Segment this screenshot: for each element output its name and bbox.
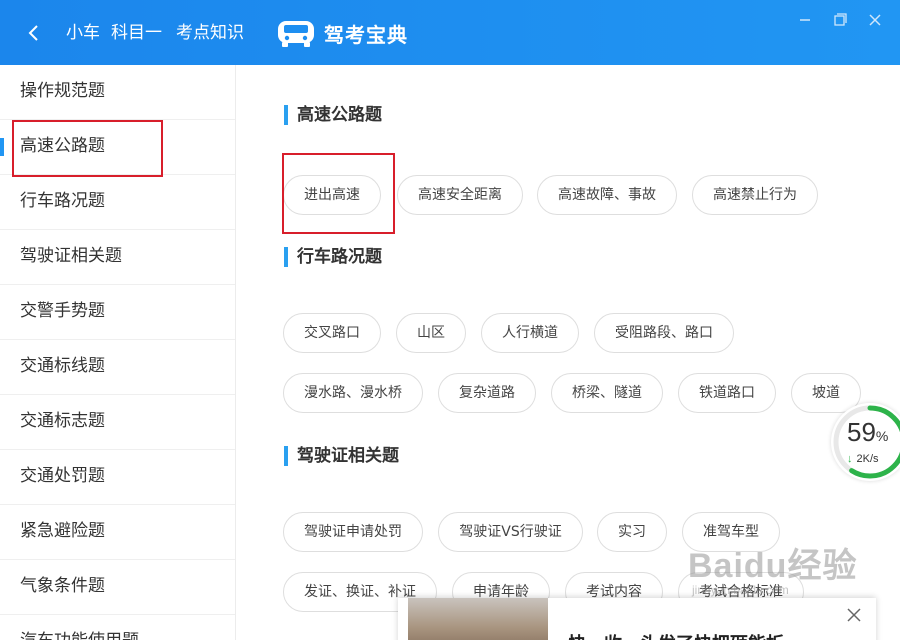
chip-railway-crossing[interactable]: 铁道路口 xyxy=(678,373,776,413)
sidebar-item-traffic-signs[interactable]: 交通标志题 xyxy=(0,395,235,450)
breadcrumb-vehicle[interactable]: 小车 xyxy=(66,20,100,46)
sidebar-item-road-markings[interactable]: 交通标线题 xyxy=(0,340,235,395)
chip-license-penalty[interactable]: 驾驶证申请处罚 xyxy=(283,512,423,552)
sidebar-item-operation[interactable]: 操作规范题 xyxy=(0,65,235,120)
chip-highway-prohibited[interactable]: 高速禁止行为 xyxy=(692,175,818,215)
chip-highway-safe-distance[interactable]: 高速安全距离 xyxy=(397,175,523,215)
sidebar-item-label: 行车路况题 xyxy=(20,191,105,211)
sidebar-item-penalties[interactable]: 交通处罚题 xyxy=(0,450,235,505)
title-bar: 小车 科目一 考点知识 驾考宝典 xyxy=(0,0,900,65)
section-title-license: 驾驶证相关题 xyxy=(284,444,399,468)
chip-complex-road[interactable]: 复杂道路 xyxy=(438,373,536,413)
chip-flooded-road[interactable]: 漫水路、漫水桥 xyxy=(283,373,423,413)
sidebar-item-weather[interactable]: 气象条件题 xyxy=(0,560,235,615)
breadcrumb-section: 考点知识 xyxy=(176,23,244,43)
sidebar-item-road-conditions[interactable]: 行车路况题 xyxy=(0,175,235,230)
close-icon[interactable] xyxy=(845,606,863,624)
network-speed-widget[interactable]: 59% ↓ 2K/s xyxy=(831,403,900,481)
sidebar-item-label: 气象条件题 xyxy=(20,576,105,596)
sidebar-item-vehicle-functions[interactable]: 汽车功能使用题 xyxy=(0,615,235,640)
sidebar-item-label: 交通处罚题 xyxy=(20,466,105,486)
section-title-highway: 高速公路题 xyxy=(284,103,382,127)
sidebar-item-label: 操作规范题 xyxy=(20,81,105,101)
sidebar-item-license[interactable]: 驾驶证相关题 xyxy=(0,230,235,285)
chip-enter-exit-highway[interactable]: 进出高速 xyxy=(283,175,381,215)
sidebar-item-police-gestures[interactable]: 交警手势题 xyxy=(0,285,235,340)
logo-text: 驾考宝典 xyxy=(324,22,408,47)
section-title-road-conditions: 行车路况题 xyxy=(284,245,382,269)
ad-title: 快，收一头发了快把砸能折 xyxy=(568,630,784,640)
chip-highway-breakdown[interactable]: 高速故障、事故 xyxy=(537,175,677,215)
sidebar-item-emergency[interactable]: 紧急避险题 xyxy=(0,505,235,560)
ad-image xyxy=(408,598,548,640)
ad-popup: 快，收一头发了快把砸能折 xyxy=(398,598,876,640)
chip-license-vs-registration[interactable]: 驾驶证VS行驶证 xyxy=(438,512,583,552)
car-logo-icon xyxy=(278,21,314,47)
chip-crosswalk[interactable]: 人行横道 xyxy=(481,313,579,353)
sidebar-item-label: 交警手势题 xyxy=(20,301,105,321)
sidebar-item-label: 高速公路题 xyxy=(20,136,105,156)
chip-blocked-road[interactable]: 受阻路段、路口 xyxy=(594,313,734,353)
chip-probation[interactable]: 实习 xyxy=(597,512,667,552)
sidebar-item-label: 交通标线题 xyxy=(20,356,105,376)
sidebar-item-label: 驾驶证相关题 xyxy=(20,246,122,266)
breadcrumb-subject[interactable]: 科目一 xyxy=(111,20,162,46)
chip-intersection[interactable]: 交叉路口 xyxy=(283,313,381,353)
back-chevron-icon[interactable] xyxy=(22,20,46,46)
chip-mountain[interactable]: 山区 xyxy=(396,313,466,353)
minimize-icon[interactable] xyxy=(794,10,816,30)
sidebar-item-label: 紧急避险题 xyxy=(20,521,105,541)
download-arrow-icon: ↓ xyxy=(847,453,853,465)
restore-icon[interactable] xyxy=(829,10,851,30)
speed-percent: 59% xyxy=(847,417,889,447)
app-logo: 驾考宝典 xyxy=(276,16,408,50)
watermark-logo: Baidu经验 xyxy=(688,547,858,585)
baidu-watermark: Baidu经验 jingyan.baidu.com xyxy=(688,538,857,597)
chip-bridge-tunnel[interactable]: 桥梁、隧道 xyxy=(551,373,663,413)
close-icon[interactable] xyxy=(864,10,886,30)
sidebar-item-label: 汽车功能使用题 xyxy=(20,631,139,640)
sidebar-item-label: 交通标志题 xyxy=(20,411,105,431)
speed-rate: ↓ 2K/s xyxy=(847,453,879,465)
sidebar-item-highway[interactable]: 高速公路题 xyxy=(0,120,235,175)
category-sidebar: 操作规范题 高速公路题 行车路况题 驾驶证相关题 交警手势题 交通标线题 交通标… xyxy=(0,65,236,640)
